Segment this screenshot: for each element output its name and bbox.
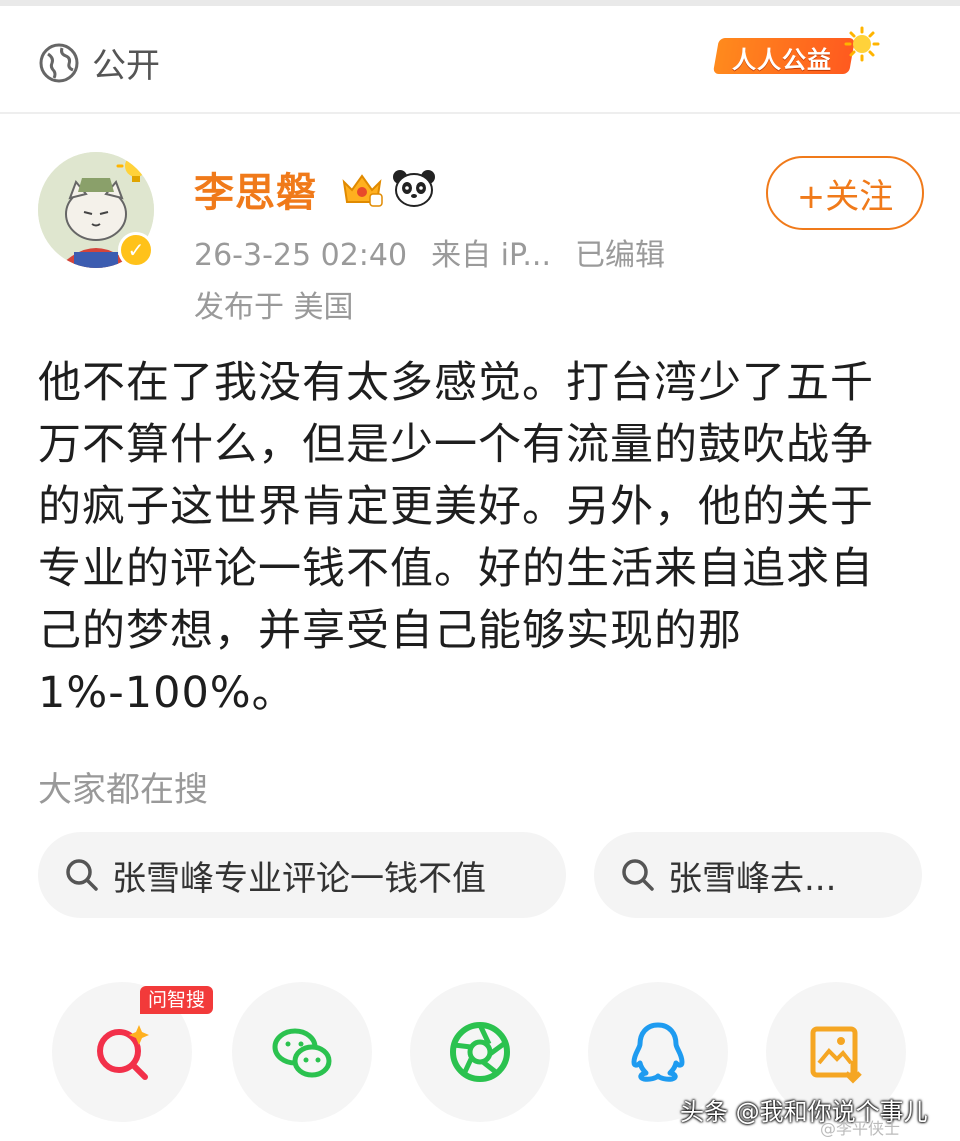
wechat-icon: [272, 1028, 332, 1078]
username[interactable]: 李思磐: [194, 160, 317, 218]
zhisou-badge: 问智搜: [140, 986, 214, 1014]
post-source: 来自 iP...: [431, 238, 551, 273]
moments-icon: [450, 1022, 510, 1082]
save-image-icon: [810, 1026, 862, 1084]
post-meta: 26-3-25 02:40 来自 iP... 已编辑: [194, 230, 689, 274]
search-chip[interactable]: 张雪峰去...: [594, 832, 922, 918]
avatar[interactable]: ✓: [38, 152, 154, 268]
search-chip[interactable]: 张雪峰专业评论一钱不值: [38, 832, 566, 918]
verified-badge-icon: ✓: [118, 232, 154, 268]
charity-label: 人人公益: [732, 46, 832, 74]
globe-icon: [39, 43, 79, 82]
top-bar: 公开 人人公益: [0, 0, 960, 114]
post-location: 发布于 美国: [194, 290, 354, 325]
panda-badge-icon: [393, 170, 435, 207]
share-wechat-button[interactable]: [232, 982, 372, 1122]
share-moments-button[interactable]: [410, 982, 550, 1122]
visibility-label: 公开: [92, 46, 160, 86]
post-timestamp: 26-3-25 02:40: [194, 238, 408, 273]
search-chip-label: 张雪峰去...: [668, 858, 837, 899]
follow-button[interactable]: +关注: [766, 156, 924, 230]
post-edited[interactable]: 已编辑: [575, 238, 665, 273]
status-strip: [0, 0, 960, 6]
lightbulb-icon: [116, 152, 154, 182]
sun-icon: [844, 26, 880, 62]
qq-icon: [631, 1022, 685, 1082]
ai-search-icon: [97, 1025, 149, 1080]
search-chip-label: 张雪峰专业评论一钱不值: [112, 858, 486, 899]
watermark-secondary: @李平侠士: [820, 1119, 901, 1138]
crown-badge-icon: [342, 174, 383, 207]
search-icon: [622, 859, 654, 891]
search-icon: [66, 859, 98, 891]
trending-search-title: 大家都在搜: [38, 770, 208, 810]
charity-badge[interactable]: 人人公益: [706, 26, 880, 84]
post-content: 他不在了我没有太多感觉。打台湾少了五千万不算什么，但是少一个有流量的鼓吹战争的疯…: [38, 358, 874, 718]
visibility-indicator[interactable]: 公开: [38, 38, 160, 87]
